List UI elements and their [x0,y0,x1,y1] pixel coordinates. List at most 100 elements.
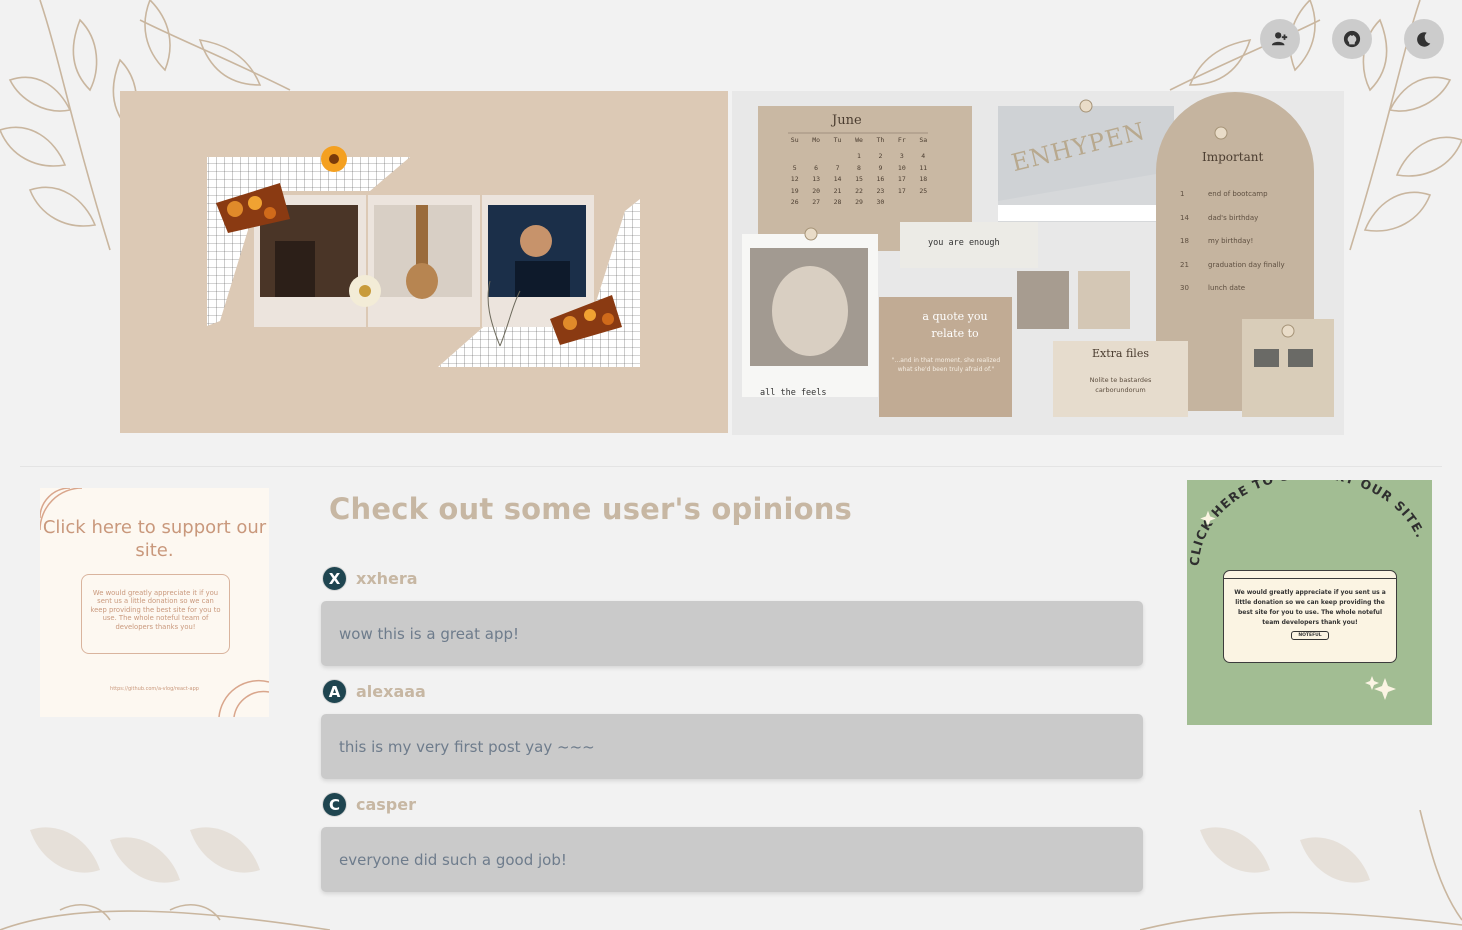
hero-collage-left [120,91,728,433]
avatar: C [322,792,347,817]
calendar-cell: 18 [919,175,928,183]
comment-body: this is my very first post yay ~~~ [321,714,1143,779]
hero-moodboard-right: June Su Mo Tu We Th Fr Sa 1 2 3 4 5 6 7 8 9 10 11 12 13 14 15… [732,91,1344,435]
calendar-cell: Su [790,136,799,144]
calendar-cell: Th [876,136,885,144]
noteful-button[interactable]: NOTEFUL [1291,631,1329,640]
extra-files-title: Extra files [1092,347,1149,360]
comment-header: A alexaaa [322,679,426,704]
comment-username[interactable]: alexaaa [356,682,426,701]
quote-title: a quote you relate to [922,310,988,340]
decorative-arc [218,679,269,717]
avatar: X [322,566,347,591]
comment-body: everyone did such a good job! [321,827,1143,892]
calendar-cell: 6 [814,163,819,172]
avatar: A [322,679,347,704]
calendar-cell: Sa [919,136,928,144]
calendar-cell: 4 [921,152,926,160]
important-list: 1 end of bootcamp 14 dad's birthday 18 my bir… [1180,190,1310,308]
quote-text: "...and in that moment, she realized wha… [891,357,1001,373]
calendar-cell: Mo [812,136,821,144]
calendar-cell: 8 [857,163,861,172]
calendar-cell: Fr [897,136,906,144]
important-title: Important [1202,150,1264,164]
theme-toggle-button[interactable] [1404,19,1444,59]
calendar-cell: 14 [833,175,842,183]
photo-collage-illustration [207,146,640,367]
github-button[interactable] [1332,19,1372,59]
calendar-cell [827,152,848,164]
calendar-cell: 17 [897,186,906,195]
calendar-grid: Su Mo Tu We Th Fr Sa 1 2 3 4 5 6 7 8 9 10 11 12 13 14 15 16 17 1… [784,136,934,210]
calendar-cell: 12 [790,175,799,183]
important-item-day: 1 [1180,190,1185,198]
calendar-cell: 27 [812,198,821,206]
calendar-cell [805,152,826,164]
calendar-cell: 22 [855,186,863,195]
calendar-month: June [832,113,862,128]
important-item-text: lunch date [1208,284,1246,292]
calendar-week-row: 19 20 21 22 23 17 25 [784,187,934,199]
calendar-cell: 20 [812,186,821,195]
important-item: 1 end of bootcamp [1180,190,1310,214]
important-item: 18 my birthday! [1180,237,1310,261]
important-item-text: end of bootcamp [1208,190,1268,198]
leaf-decoration-bottom-right [1140,810,1462,930]
you-are-enough-label: you are enough [928,238,1000,248]
calendar-cell: 13 [812,175,821,183]
important-item-text: graduation day finally [1208,260,1285,269]
calendar-cell: 16 [876,175,885,183]
important-item-day: 30 [1180,284,1189,292]
calendar-cell: 9 [878,163,883,172]
ad-left-url: https://github.com/a-vlog/react-app [110,686,199,692]
calendar-week-row: 5 6 7 8 9 10 11 [784,164,934,176]
calendar-week-row: 12 13 14 15 16 17 18 [784,175,934,187]
calendar-weekday-row: Su Mo Tu We Th Fr Sa [784,136,934,152]
calendar-cell: 23 [876,186,885,195]
important-item-text: dad's birthday [1208,213,1259,222]
calendar-cell: 15 [855,175,863,183]
calendar-cell: 25 [919,186,928,195]
section-divider [20,466,1442,467]
calendar-cell: 28 [833,198,842,206]
calendar-cell [891,198,912,210]
calendar-cell: 21 [833,186,842,195]
important-item-day: 14 [1180,213,1189,222]
add-user-button[interactable] [1260,19,1300,59]
leaf-decoration-bottom-left [0,827,330,930]
comment-username[interactable]: xxhera [356,569,418,588]
calendar-cell: 7 [835,163,840,172]
calendar-cell: 30 [876,198,885,206]
calendar-cell: 5 [792,163,797,172]
support-ad-right[interactable]: CLICK HERE TO SUPPORT OUR SITE. We would… [1187,480,1432,725]
ad-left-title: Click here to support our site. [42,517,267,561]
calendar-week-row: 1 2 3 4 [784,152,934,164]
ad-left-body: We would greatly appreciate it if you se… [81,574,230,654]
calendar-cell: We [855,136,863,144]
important-item-day: 21 [1180,260,1189,269]
calendar-cell: 29 [855,198,863,206]
ad-right-card: We would greatly appreciate if you sent … [1223,570,1397,663]
calendar-cell: 2 [878,152,883,160]
calendar-cell: 19 [790,186,799,195]
important-item: 14 dad's birthday [1180,214,1310,238]
comment-username[interactable]: casper [356,795,416,814]
polaroid-caption: all the feels [760,388,827,398]
important-item-text: my birthday! [1208,237,1254,245]
extra-files-text: Nolite te bastardes carborundorum [1089,376,1152,394]
comment-body: wow this is a great app! [321,601,1143,666]
important-item: 30 lunch date [1180,284,1310,308]
comment-header: X xxhera [322,566,418,591]
important-item-day: 18 [1180,237,1189,245]
calendar-cell: 3 [899,152,904,160]
window-bar [1224,571,1396,579]
github-icon [1343,30,1361,48]
calendar-week-row: 26 27 28 29 30 [784,198,934,210]
calendar-cell [784,152,805,164]
support-ad-left[interactable]: Click here to support our site. We would… [40,488,269,717]
person-plus-icon [1271,32,1288,46]
calendar-cell: 17 [897,175,906,183]
calendar-cell: 10 [897,163,906,172]
calendar-cell: Tu [833,136,842,144]
ad-right-body: We would greatly appreciate if you sent … [1234,589,1386,626]
